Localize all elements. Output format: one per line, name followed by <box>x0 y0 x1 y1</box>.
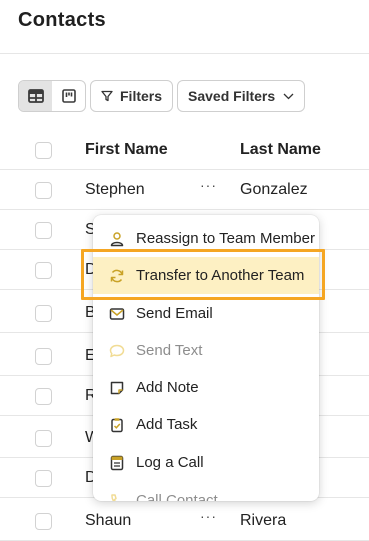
row-checkbox[interactable] <box>35 388 52 405</box>
menu-item-log-call[interactable]: Log a Call <box>93 444 319 481</box>
select-all-checkbox[interactable] <box>35 142 52 159</box>
row-checkbox[interactable] <box>35 305 52 322</box>
menu-item-label: Reassign to Team Member <box>136 230 315 247</box>
table-row[interactable]: Stephen ··· Gonzalez <box>0 172 369 210</box>
first-name-cell: Shaun <box>85 512 132 529</box>
menu-item-label: Log a Call <box>136 454 204 471</box>
person-icon <box>108 230 126 248</box>
row-checkbox[interactable] <box>35 513 52 530</box>
menu-item-add-note[interactable]: Add Note <box>93 369 319 406</box>
chevron-down-icon <box>283 93 294 99</box>
saved-filters-label: Saved Filters <box>188 88 276 104</box>
call-log-icon <box>108 454 126 472</box>
note-icon <box>108 379 126 397</box>
header-divider <box>0 53 369 54</box>
menu-item-label: Add Task <box>136 416 198 433</box>
last-name-cell: Gonzalez <box>240 181 308 198</box>
board-view-button[interactable] <box>52 81 85 111</box>
phone-icon <box>108 492 126 501</box>
menu-item-call-contact[interactable]: Call Contact <box>93 482 319 501</box>
column-header-last-name[interactable]: Last Name <box>240 141 321 159</box>
table-view-button[interactable] <box>19 81 52 111</box>
column-header-first-name[interactable]: First Name <box>85 141 168 159</box>
menu-item-send-email[interactable]: Send Email <box>93 295 319 332</box>
saved-filters-dropdown[interactable]: Saved Filters <box>177 80 306 112</box>
chat-bubble-icon <box>108 342 126 360</box>
menu-item-label: Call Contact <box>136 492 218 501</box>
row-checkbox[interactable] <box>35 222 52 239</box>
page-title: Contacts <box>18 9 106 31</box>
row-checkbox[interactable] <box>35 430 52 447</box>
view-toggle <box>18 80 86 112</box>
row-checkbox[interactable] <box>35 348 52 365</box>
clipboard-icon <box>108 416 126 434</box>
highlight-outline <box>81 249 325 300</box>
table-view-icon <box>27 89 44 103</box>
menu-item-label: Add Note <box>136 379 199 396</box>
filters-button[interactable]: Filters <box>90 80 174 112</box>
filters-label: Filters <box>120 88 163 104</box>
row-actions-button[interactable]: ··· <box>200 508 217 524</box>
toolbar: Filters Saved Filters <box>18 80 306 112</box>
row-checkbox[interactable] <box>35 470 52 487</box>
menu-item-label: Send Text <box>136 342 203 359</box>
filter-icon <box>101 90 113 102</box>
row-checkbox[interactable] <box>35 182 52 199</box>
table-row[interactable]: Shaun ··· Rivera <box>0 503 369 541</box>
table-header-row: First Name Last Name <box>0 132 369 170</box>
menu-item-add-task[interactable]: Add Task <box>93 406 319 443</box>
envelope-icon <box>108 305 126 323</box>
row-checkbox[interactable] <box>35 262 52 279</box>
last-name-cell: Rivera <box>240 512 287 529</box>
menu-item-send-text[interactable]: Send Text <box>93 332 319 369</box>
menu-item-label: Send Email <box>136 305 213 322</box>
row-actions-button[interactable]: ··· <box>200 177 217 193</box>
board-view-icon <box>61 89 76 103</box>
first-name-cell: Stephen <box>85 181 145 198</box>
